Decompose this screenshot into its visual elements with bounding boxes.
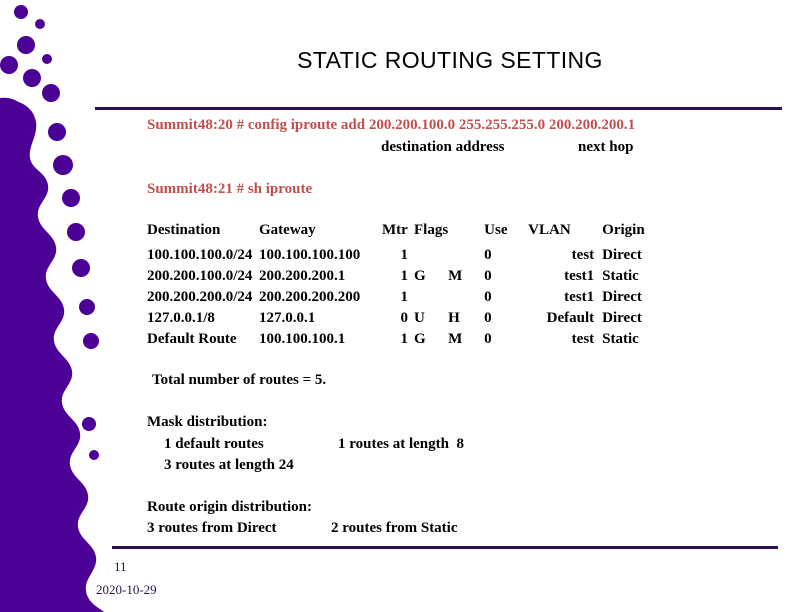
cell-destination: 200.200.200.0/24 [147, 289, 253, 305]
cell-flag-2: M [448, 331, 463, 347]
cell-mtr: 1 [400, 268, 409, 284]
command-line-config-iproute: Summit48:20 # config iproute add 200.200… [147, 117, 636, 133]
cell-gateway: 127.0.0.1 [259, 310, 316, 326]
table-row: 200.200.200.0/24 200.200.200.200 1 0 tes… [147, 290, 660, 311]
table-header-row: Destination Gateway Mtr Flags Use VLAN O… [147, 223, 660, 248]
header-mtr: Mtr [382, 222, 408, 238]
cell-mtr: 1 [400, 247, 409, 263]
cell-flag-1 [414, 290, 448, 311]
header-destination: Destination [147, 222, 221, 238]
summary-origin-static: 2 routes from Static [331, 520, 458, 536]
cell-mtr: 1 [400, 331, 409, 347]
cell-flag-2: H [448, 310, 460, 326]
header-vlan: VLAN [528, 222, 571, 238]
label-next-hop: next hop [578, 139, 634, 155]
cell-origin: Direct [602, 310, 642, 326]
cell-flag-2 [448, 290, 484, 311]
cell-flag-1 [414, 248, 448, 269]
header-gateway: Gateway [259, 222, 316, 238]
cell-vlan: test1 [564, 289, 595, 305]
cell-use: 0 [484, 247, 492, 263]
cell-destination: 100.100.100.0/24 [147, 247, 253, 263]
header-origin: Origin [602, 222, 645, 238]
table-row: 127.0.0.1/8 127.0.0.1 0 U H 0 Default Di… [147, 311, 660, 332]
summary-mask-default: 1 default routes [164, 436, 264, 452]
header-flags-spacer [448, 223, 484, 248]
command-line-sh-iproute: Summit48:21 # sh iproute [147, 181, 313, 197]
header-flags: Flags [414, 222, 449, 238]
cell-use: 0 [484, 289, 492, 305]
cell-origin: Direct [602, 247, 642, 263]
cell-use: 0 [484, 268, 492, 284]
table-row: Default Route 100.100.100.1 1 G M 0 test… [147, 332, 660, 353]
slide-date: 2020-10-29 [96, 582, 157, 597]
label-destination-address: destination address [381, 139, 505, 155]
cell-destination: Default Route [147, 331, 237, 347]
summary-origin-direct: 3 routes from Direct [147, 520, 277, 536]
cell-gateway: 200.200.200.1 [259, 268, 346, 284]
cell-origin: Static [602, 268, 639, 284]
slide-page-number: 11 [114, 559, 127, 574]
cell-vlan: test [571, 331, 595, 347]
cell-gateway: 100.100.100.100 [259, 247, 361, 263]
cell-vlan: test1 [564, 268, 595, 284]
table-row: 100.100.100.0/24 100.100.100.100 1 0 tes… [147, 248, 660, 269]
cell-use: 0 [484, 310, 492, 326]
cell-mtr: 1 [400, 289, 409, 305]
cell-flag-2 [448, 248, 484, 269]
cell-destination: 127.0.0.1/8 [147, 310, 215, 326]
summary-total-routes: Total number of routes = 5. [152, 372, 327, 388]
cell-gateway: 100.100.100.1 [259, 331, 346, 347]
cell-vlan: test [571, 247, 595, 263]
summary-mask-heading: Mask distribution: [147, 414, 268, 430]
summary-mask-length-8: 1 routes at length 8 [338, 436, 464, 452]
table-row: 200.200.100.0/24 200.200.200.1 1 G M 0 t… [147, 269, 660, 290]
cell-flag-1: G [414, 331, 426, 347]
summary-mask-length-24: 3 routes at length 24 [164, 457, 294, 473]
cell-origin: Direct [602, 289, 642, 305]
slide-canvas: STATIC ROUTING SETTING Summit48:20 # con… [0, 0, 792, 612]
cell-origin: Static [602, 331, 639, 347]
summary-origin-heading: Route origin distribution: [147, 499, 313, 515]
cell-mtr: 0 [400, 310, 409, 326]
cell-destination: 200.200.100.0/24 [147, 268, 253, 284]
cell-gateway: 200.200.200.200 [259, 289, 361, 305]
cell-use: 0 [484, 331, 492, 347]
cell-flag-2: M [448, 268, 463, 284]
header-use: Use [484, 222, 508, 238]
slide-body: Summit48:20 # config iproute add 200.200… [0, 0, 792, 612]
route-table: Destination Gateway Mtr Flags Use VLAN O… [147, 223, 660, 353]
cell-vlan: Default [546, 310, 595, 326]
cell-flag-1: U [414, 310, 425, 326]
cell-flag-1: G [414, 268, 426, 284]
